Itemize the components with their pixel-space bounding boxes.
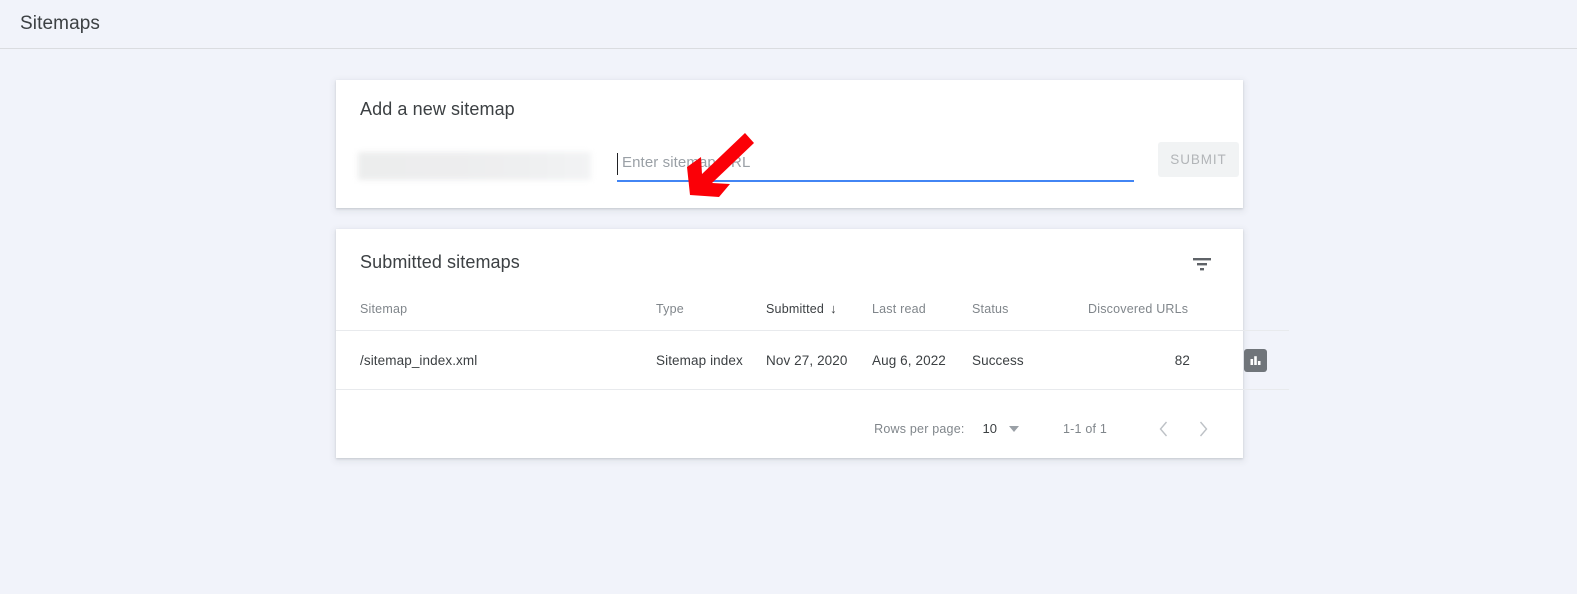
cell-discovered-urls: 82	[1088, 330, 1208, 390]
rows-per-page-label: Rows per page:	[874, 421, 965, 436]
submitted-sitemaps-title: Submitted sitemaps	[360, 252, 520, 272]
column-header-submitted[interactable]: Submitted ↓	[766, 301, 872, 331]
submit-button[interactable]: SUBMIT	[1158, 142, 1239, 177]
column-header-discovered-urls[interactable]: Discovered URLs	[1088, 301, 1208, 331]
sitemaps-table: Sitemap Type Submitted ↓ Last read Status…	[336, 301, 1289, 390]
sitemap-url-input[interactable]: Enter sitemap URL	[617, 150, 1134, 182]
sitemaps-table-head: Sitemap Type Submitted ↓ Last read Status…	[336, 301, 1289, 331]
cell-status: Success	[972, 330, 1088, 390]
pagination-controls: Rows per page: 10 1-1 of 1	[874, 399, 1223, 458]
add-sitemap-title: Add a new sitemap	[360, 99, 515, 119]
page-header: Sitemaps	[0, 0, 1577, 49]
column-header-sitemap[interactable]: Sitemap	[336, 301, 656, 331]
rows-per-page-value[interactable]: 10	[983, 421, 997, 436]
cell-last-read: Aug 6, 2022	[872, 330, 972, 390]
next-page-button[interactable]	[1183, 409, 1223, 449]
table-row[interactable]: /sitemap_index.xml Sitemap index Nov 27,…	[336, 330, 1289, 390]
bar-chart-icon[interactable]	[1244, 349, 1267, 372]
chevron-down-icon[interactable]	[1009, 425, 1019, 432]
text-caret	[617, 153, 618, 175]
redacted-domain-prefix	[358, 152, 591, 180]
submitted-sitemaps-card: Submitted sitemaps Sitemap Type Submitte…	[336, 229, 1289, 458]
cell-submitted: Nov 27, 2020	[766, 330, 872, 390]
column-header-type[interactable]: Type	[656, 301, 766, 331]
column-header-last-read[interactable]: Last read	[872, 301, 972, 331]
cell-actions	[1208, 330, 1289, 390]
page-title: Sitemaps	[20, 13, 101, 34]
filter-list-icon[interactable]	[1188, 251, 1216, 279]
cell-sitemap[interactable]: /sitemap_index.xml	[336, 330, 656, 390]
add-sitemap-card: Add a new sitemap Enter sitemap URL SUBM…	[336, 80, 1243, 208]
previous-page-button[interactable]	[1143, 409, 1183, 449]
pagination-range: 1-1 of 1	[1063, 421, 1107, 436]
content-area: Add a new sitemap Enter sitemap URL SUBM…	[0, 49, 1577, 458]
cell-type: Sitemap index	[656, 330, 766, 390]
column-header-status[interactable]: Status	[972, 301, 1088, 331]
add-sitemap-form: Enter sitemap URL SUBMIT	[358, 142, 1243, 192]
column-header-submitted-label: Submitted	[766, 302, 825, 316]
table-header-row: Sitemap Type Submitted ↓ Last read Status…	[336, 301, 1289, 331]
column-header-actions	[1208, 301, 1289, 331]
sitemap-url-placeholder: Enter sitemap URL	[622, 154, 751, 171]
sort-descending-icon: ↓	[830, 301, 837, 316]
sitemaps-table-body: /sitemap_index.xml Sitemap index Nov 27,…	[336, 330, 1289, 390]
submitted-sitemaps-header: Submitted sitemaps	[336, 229, 1243, 301]
